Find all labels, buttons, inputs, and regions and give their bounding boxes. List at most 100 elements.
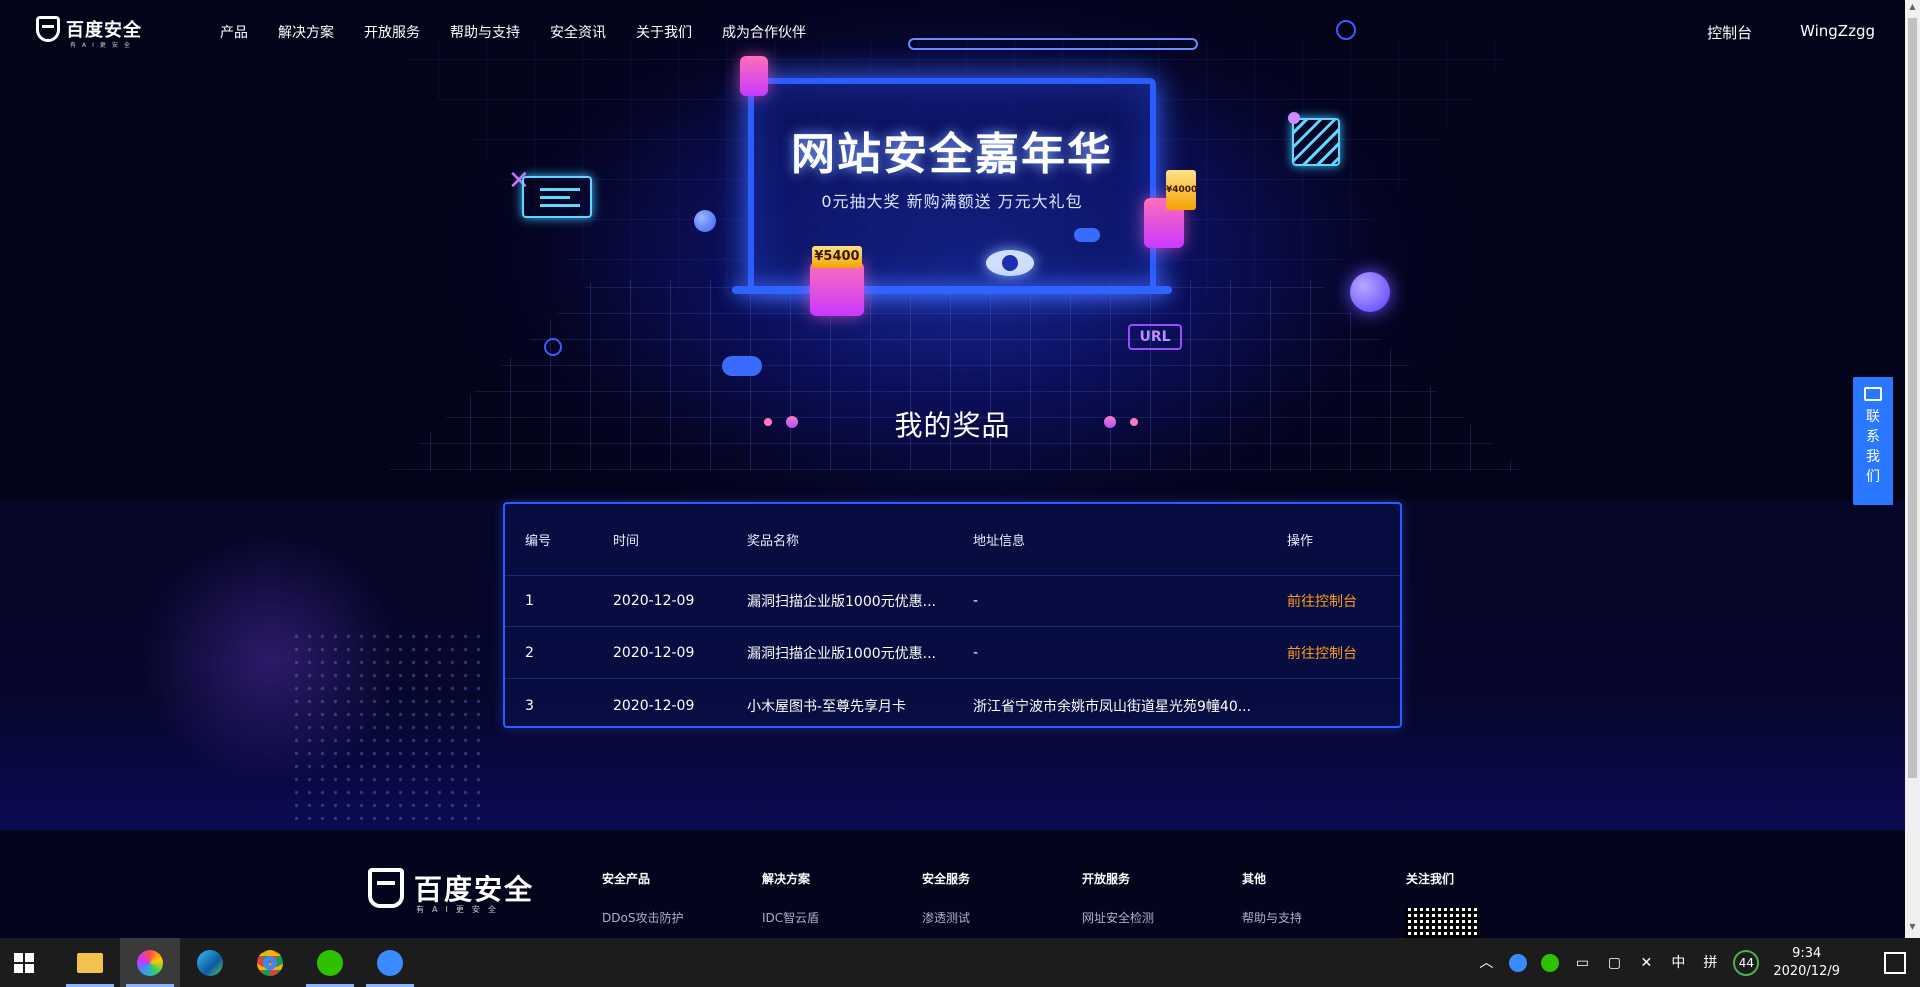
url-badge: URL	[1128, 324, 1182, 350]
page-scrollbar[interactable]: ▲ ▼	[1905, 0, 1920, 938]
wechat-tray-icon[interactable]	[1541, 953, 1560, 972]
header-action: 操作	[1287, 534, 1314, 549]
footer-col-other: 其他 帮助与支持	[1242, 870, 1302, 926]
coupon-4000: ¥4000	[1166, 170, 1197, 210]
nav-item-open-services[interactable]: 开放服务	[364, 22, 420, 42]
footer-col-follow: 关注我们	[1406, 870, 1454, 909]
notification-icon[interactable]	[1884, 951, 1906, 974]
cell-prize: 漏洞扫描企业版1000元优惠...	[747, 646, 936, 662]
footer-col-title: 安全服务	[922, 872, 971, 886]
cell-prize: 小木屋图书-至尊先享月卡	[747, 698, 907, 715]
cell-id: 3	[525, 697, 534, 714]
go-to-console-link[interactable]: 前往控制台	[1287, 591, 1357, 611]
contact-us-label: 联系我们	[1866, 409, 1880, 485]
cell-id: 1	[525, 593, 534, 609]
taskbar-browser[interactable]	[120, 938, 180, 987]
contact-us-button[interactable]: 联系我们	[1853, 377, 1893, 505]
logo-tagline: 有AI更安全	[70, 42, 136, 49]
footer-col-open: 开放服务 网址安全检测	[1082, 870, 1154, 926]
taskbar-clock[interactable]: 9:34 2020/12/9	[1773, 945, 1840, 981]
chat-icon	[1864, 387, 1882, 401]
footer-col-title: 开放服务	[1082, 872, 1131, 886]
go-to-console-link[interactable]: 前往控制台	[1287, 643, 1357, 663]
system-tray: ︿ ▭ ▢ ✕ 中 拼 44 9:34 2020/12/9	[1477, 938, 1920, 987]
baidu-security-logo[interactable]: 百度安全 有AI更安全	[36, 16, 142, 49]
hero-subtitle: 0元抽大奖 新购满额送 万元大礼包	[821, 192, 1083, 211]
battery-icon[interactable]: ▭	[1573, 954, 1591, 972]
scroll-down-arrow-icon[interactable]: ▼	[1908, 922, 1917, 932]
pink-orb	[1288, 112, 1300, 124]
ring-decoration	[544, 338, 562, 356]
eye-icon	[986, 250, 1034, 276]
coupon-5400: ¥5400	[812, 246, 862, 268]
footer-col-services: 安全服务 渗透测试	[922, 870, 970, 926]
browser-icon	[137, 949, 163, 976]
table-row: 2 2020-12-09 漏洞扫描企业版1000元优惠... - 前往控制台	[505, 628, 1400, 679]
taskbar-wechat[interactable]	[300, 938, 360, 987]
cell-time: 2020-12-09	[613, 593, 695, 609]
footer-col-title: 其他	[1242, 872, 1267, 886]
feishu-tray-icon[interactable]	[1509, 953, 1528, 972]
top-navigation: 百度安全 有AI更安全 产品 解决方案 开放服务 帮助与支持 安全资讯 关于我们…	[0, 0, 1905, 66]
taskbar-edge[interactable]	[180, 938, 240, 987]
clock-time: 9:34	[1792, 945, 1822, 961]
footer-logo-text: 百度安全	[414, 873, 535, 906]
nav-item-security-news[interactable]: 安全资讯	[550, 22, 606, 42]
header-address: 地址信息	[973, 534, 1026, 549]
scroll-thumb[interactable]	[1908, 18, 1917, 778]
taskbar-feishu[interactable]	[360, 938, 420, 987]
footer-link[interactable]: 帮助与支持	[1242, 909, 1302, 926]
network-icon[interactable]: ▢	[1605, 954, 1623, 972]
tray-badge[interactable]: 44	[1733, 949, 1760, 976]
table-header: 编号 时间 奖品名称 地址信息 操作	[505, 504, 1400, 576]
footer-link[interactable]: DDoS攻击防护	[602, 909, 683, 926]
footer-link[interactable]: IDC智云盾	[762, 909, 819, 926]
start-button[interactable]	[0, 938, 48, 987]
footer-link[interactable]: 渗透测试	[922, 909, 970, 926]
username-link[interactable]: WingZzgg	[1800, 22, 1875, 43]
windows-taskbar: ︿ ▭ ▢ ✕ 中 拼 44 9:34 2020/12/9	[0, 938, 1920, 987]
console-link[interactable]: 控制台	[1707, 22, 1752, 43]
card-list-icon	[522, 176, 592, 218]
hero-title: 网站安全嘉年华	[791, 129, 1113, 180]
header-prize: 奖品名称	[747, 534, 800, 549]
nav-item-help-support[interactable]: 帮助与支持	[450, 22, 520, 42]
cell-address: -	[973, 593, 979, 609]
cell-address: 浙江省宁波市余姚市凤山街道星光苑9幢40...	[973, 698, 1252, 715]
taskbar-file-explorer[interactable]	[60, 938, 120, 987]
nav-right: 控制台 WingZzgg	[1707, 22, 1875, 43]
qr-code	[1405, 906, 1479, 938]
header-time: 时间	[613, 534, 640, 549]
scroll-up-arrow-icon[interactable]: ▲	[1908, 2, 1917, 12]
nav-item-solutions[interactable]: 解决方案	[278, 22, 334, 42]
footer-col-title: 关注我们	[1406, 872, 1455, 886]
prize-table: 编号 时间 奖品名称 地址信息 操作 1 2020-12-09 漏洞扫描企业版1…	[503, 502, 1402, 728]
footer-logo[interactable]: 百度安全 有AI更安全	[368, 868, 535, 914]
wechat-icon	[317, 949, 343, 976]
hero-banner: 网站安全嘉年华 0元抽大奖 新购满额送 万元大礼包 ¥5400 ¥4000 ✕ …	[0, 0, 1905, 500]
page: 网站安全嘉年华 0元抽大奖 新购满额送 万元大礼包 ¥5400 ¥4000 ✕ …	[0, 0, 1920, 987]
table-row: 3 2020-12-09 小木屋图书-至尊先享月卡 浙江省宁波市余姚市凤山街道星…	[505, 680, 1400, 731]
nav-item-products[interactable]: 产品	[220, 22, 248, 42]
chevron-up-icon[interactable]: ︿	[1477, 954, 1495, 972]
header-id: 编号	[525, 534, 552, 549]
logo-text: 百度安全	[66, 20, 142, 41]
ime-mode[interactable]: 拼	[1701, 954, 1719, 972]
purple-orb	[1350, 272, 1390, 312]
hero-screen-base	[732, 286, 1172, 294]
nav-item-about-us[interactable]: 关于我们	[636, 22, 692, 42]
cell-time: 2020-12-09	[613, 645, 695, 661]
footer-logo-tagline: 有AI更安全	[416, 905, 504, 914]
ime-language[interactable]: 中	[1669, 954, 1687, 972]
shield-logo-icon	[368, 868, 404, 908]
clock-date: 2020/12/9	[1773, 963, 1840, 979]
taskbar-chrome[interactable]	[240, 938, 300, 987]
chrome-icon	[257, 949, 283, 976]
cell-prize: 漏洞扫描企业版1000元优惠...	[747, 594, 936, 610]
my-prizes-title: 我的奖品	[894, 409, 1011, 442]
nav-item-partner[interactable]: 成为合作伙伴	[722, 22, 806, 42]
volume-muted-icon[interactable]: ✕	[1637, 954, 1655, 972]
footer-col-title: 解决方案	[762, 872, 811, 886]
hero-screen-frame	[748, 78, 1156, 292]
footer-link[interactable]: 网址安全检测	[1082, 909, 1154, 926]
